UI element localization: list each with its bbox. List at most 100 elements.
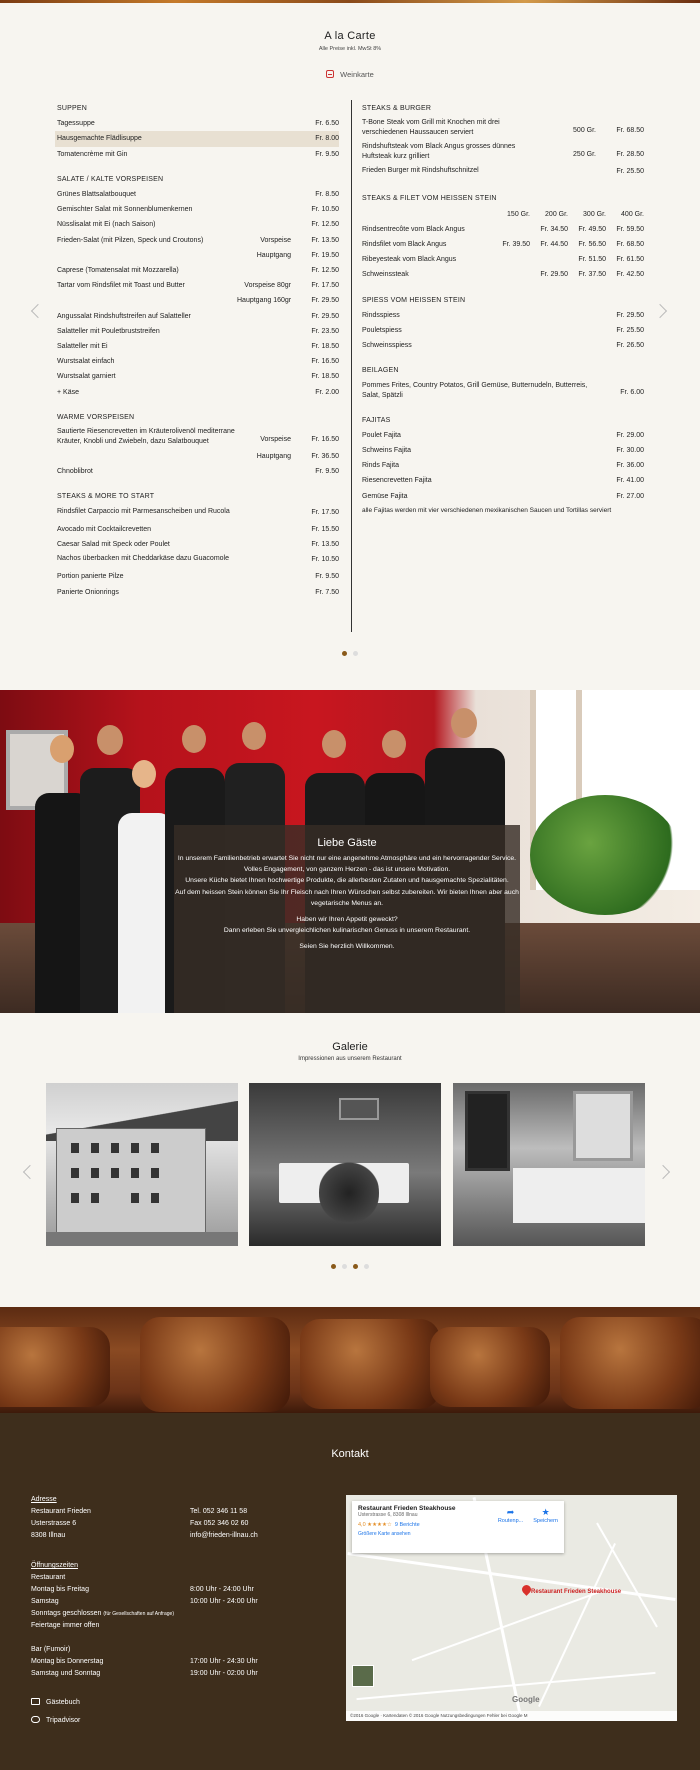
- menu-item-variant: Vorspeise: [260, 236, 291, 244]
- gallery-next-arrow[interactable]: [655, 1164, 671, 1180]
- menu-item-row: Caprese (Tomatensalat mit Mozzarella) Fr.…: [57, 263, 339, 278]
- map-reviews-link[interactable]: 9 Berichte: [395, 1522, 420, 1528]
- menu-column-right: STEAKS & BURGER T-Bone Steak vom Grill mi…: [362, 101, 644, 516]
- menu-item-row: Panierte Onionrings Fr. 7.50: [57, 585, 339, 600]
- hours-day: Feiertage immer offen: [31, 1622, 100, 1629]
- restaurant-hours-label: Restaurant: [31, 1574, 66, 1581]
- menu-item-name: Rindsfilet Carpaccio mit Parmesanscheibe…: [57, 507, 230, 515]
- menu-item-price: Fr. 68.50: [616, 127, 644, 134]
- email-link[interactable]: info@frieden-illnau.ch: [190, 1530, 258, 1542]
- staff-head: [132, 760, 156, 788]
- carousel-dot[interactable]: [342, 1264, 347, 1269]
- menu-item-price: Fr. 39.50: [502, 241, 530, 249]
- menu-item-price: Fr. 68.50: [616, 241, 644, 249]
- menu-item-name: Wurstsalat einfach: [57, 358, 115, 366]
- pdf-icon: [326, 70, 335, 78]
- phone-link[interactable]: Tel. 052 346 11 58: [190, 1506, 258, 1518]
- welcome-text: Seien Sie herzlich Willkommen.: [299, 943, 395, 951]
- menu-item-price: Fr. 9.50: [315, 150, 339, 158]
- gallery-prev-arrow[interactable]: [22, 1164, 38, 1180]
- size-label: 300 Gr.: [583, 210, 606, 218]
- staff-head: [50, 735, 74, 763]
- wine-list-link[interactable]: Weinkarte: [0, 70, 700, 79]
- save-button[interactable]: ★ Speichern: [533, 1507, 558, 1524]
- welcome-box: Liebe Gäste In unserem Familienbetrieb e…: [174, 825, 520, 1013]
- menu-item-name: Rindshuftsteak vom Black Angus grosses d…: [362, 143, 516, 161]
- carousel-prev-arrow[interactable]: [30, 303, 46, 319]
- menu-section-heading: SUPPEN: [57, 105, 87, 112]
- route-button[interactable]: ➦ Routenp...: [498, 1507, 523, 1524]
- gallery-image-tables[interactable]: [453, 1083, 645, 1246]
- carousel-dot[interactable]: [364, 1264, 369, 1269]
- menu-item-variant: Vorspeise 80gr: [244, 282, 291, 290]
- menu-item-name: Tagessuppe: [57, 120, 95, 128]
- menu-item-price: Fr. 25.50: [616, 327, 644, 335]
- google-map[interactable]: Restaurant Frieden Steakhouse Usterstras…: [346, 1495, 677, 1721]
- menu-item-price: Fr. 10.50: [311, 206, 339, 214]
- staff-head: [182, 725, 206, 753]
- menu-item-row: Rindsfilet vom Black Angus Fr. 39.50 Fr. 4…: [362, 237, 644, 252]
- menu-item-name: Pouletspiess: [362, 327, 402, 335]
- menu-title: A la Carte: [324, 30, 376, 42]
- menu-item-name: Panierte Onionrings: [57, 588, 119, 596]
- menu-item-name: Caprese (Tomatensalat mit Mozzarella): [57, 267, 179, 275]
- hours-time: 8:00 Uhr - 24:00 Uhr: [190, 1586, 254, 1593]
- menu-item-row: Frieden-Salat (mit Pilzen, Speck und Cro…: [57, 233, 339, 248]
- menu-item-price: Fr. 42.50: [616, 271, 644, 279]
- menu-item-price: Fr. 59.50: [616, 225, 644, 233]
- menu-item-name: Rindsentrecôte vom Black Angus: [362, 225, 465, 233]
- menu-item-name: Chnoblibrot: [57, 468, 93, 476]
- team-photo-banner: Liebe Gäste In unserem Familienbetrieb e…: [0, 690, 700, 1013]
- map-larger-link[interactable]: Größere Karte ansehen: [358, 1531, 558, 1537]
- menu-item-price: Fr. 10.50: [311, 556, 339, 564]
- satellite-toggle[interactable]: [352, 1665, 374, 1687]
- carousel-dot[interactable]: [331, 1264, 336, 1269]
- carousel-dot[interactable]: [342, 651, 347, 656]
- menu-item-price: Fr. 49.50: [578, 225, 606, 233]
- menu-item-row: Gemischter Salat mit Sonnenblumenkernen F…: [57, 202, 339, 217]
- menu-item-row: Avocado mit Cocktailcrevetten Fr. 15.50: [57, 522, 339, 537]
- menu-item-price: Fr. 36.50: [311, 453, 339, 461]
- carousel-next-arrow[interactable]: [652, 303, 668, 319]
- menu-item-name: Avocado mit Cocktailcrevetten: [57, 525, 152, 533]
- menu-item-row: + Käse Fr. 2.00: [57, 385, 339, 400]
- menu-item-price: Fr. 12.50: [311, 221, 339, 229]
- address-label: Adresse: [31, 1496, 57, 1503]
- carousel-dot[interactable]: [353, 651, 358, 656]
- hours-label: Öffnungszeiten: [31, 1562, 78, 1569]
- map-pin-label: Restaurant Frieden Steakhouse: [531, 1589, 622, 1595]
- menu-item-name: Sautierte Riesencrevetten im Kräuteroliv…: [57, 428, 235, 446]
- menu-item-price: Fr. 26.50: [616, 342, 644, 350]
- menu-section-heading: STEAKS & MORE TO START: [57, 493, 155, 501]
- opening-hours-times: 8:00 Uhr - 24:00 Uhr 10:00 Uhr - 24:00 U…: [190, 1584, 258, 1680]
- contact-phone-block: Tel. 052 346 11 58 Fax 052 346 02 60 inf…: [190, 1506, 258, 1542]
- menu-item-name: Caesar Salad mit Speck oder Poulet: [57, 541, 170, 549]
- menu-item-row: Riesencrevetten Fajita Fr. 41.00: [362, 473, 644, 488]
- menu-item-name: Schweinssteak: [362, 271, 409, 279]
- menu-item-name: Gemüse Fajita: [362, 492, 408, 500]
- carousel-dot[interactable]: [353, 1264, 358, 1269]
- menu-item-row: Wurstsalat garniert Fr. 18.50: [57, 369, 339, 384]
- city: 8308 Illnau: [31, 1532, 66, 1539]
- menu-item-name: Tartar vom Rindsfilet mit Toast und Butt…: [57, 282, 185, 290]
- menu-section-heading: STEAKS & FILET VOM HEISSEN STEIN: [362, 195, 497, 203]
- guestbook-link[interactable]: Gästebuch: [31, 1697, 80, 1709]
- menu-item-name: Wurstsalat garniert: [57, 373, 116, 381]
- menu-item-price: Fr. 18.50: [311, 343, 339, 351]
- menu-item-price: Fr. 17.50: [311, 508, 339, 516]
- menu-item-name: T-Bone Steak vom Grill mit Knochen mit d…: [362, 119, 500, 137]
- staff-head: [382, 730, 406, 758]
- staff-head: [97, 725, 123, 755]
- gallery-image-dining-room[interactable]: [249, 1083, 441, 1246]
- menu-item-row: Rindsfilet Carpaccio mit Parmesanscheibe…: [57, 505, 339, 522]
- tripadvisor-link[interactable]: Tripadvisor: [31, 1715, 80, 1727]
- gallery-image-building[interactable]: [46, 1083, 238, 1246]
- hours-time: 10:00 Uhr - 24:00 Uhr: [190, 1598, 258, 1605]
- opening-hours: Öffnungszeiten Restaurant Montag bis Fre…: [31, 1560, 174, 1680]
- menu-item-price: Fr. 29.50: [311, 297, 339, 305]
- size-label: 150 Gr.: [507, 210, 530, 218]
- menu-item-price: Fr. 6.00: [620, 389, 644, 397]
